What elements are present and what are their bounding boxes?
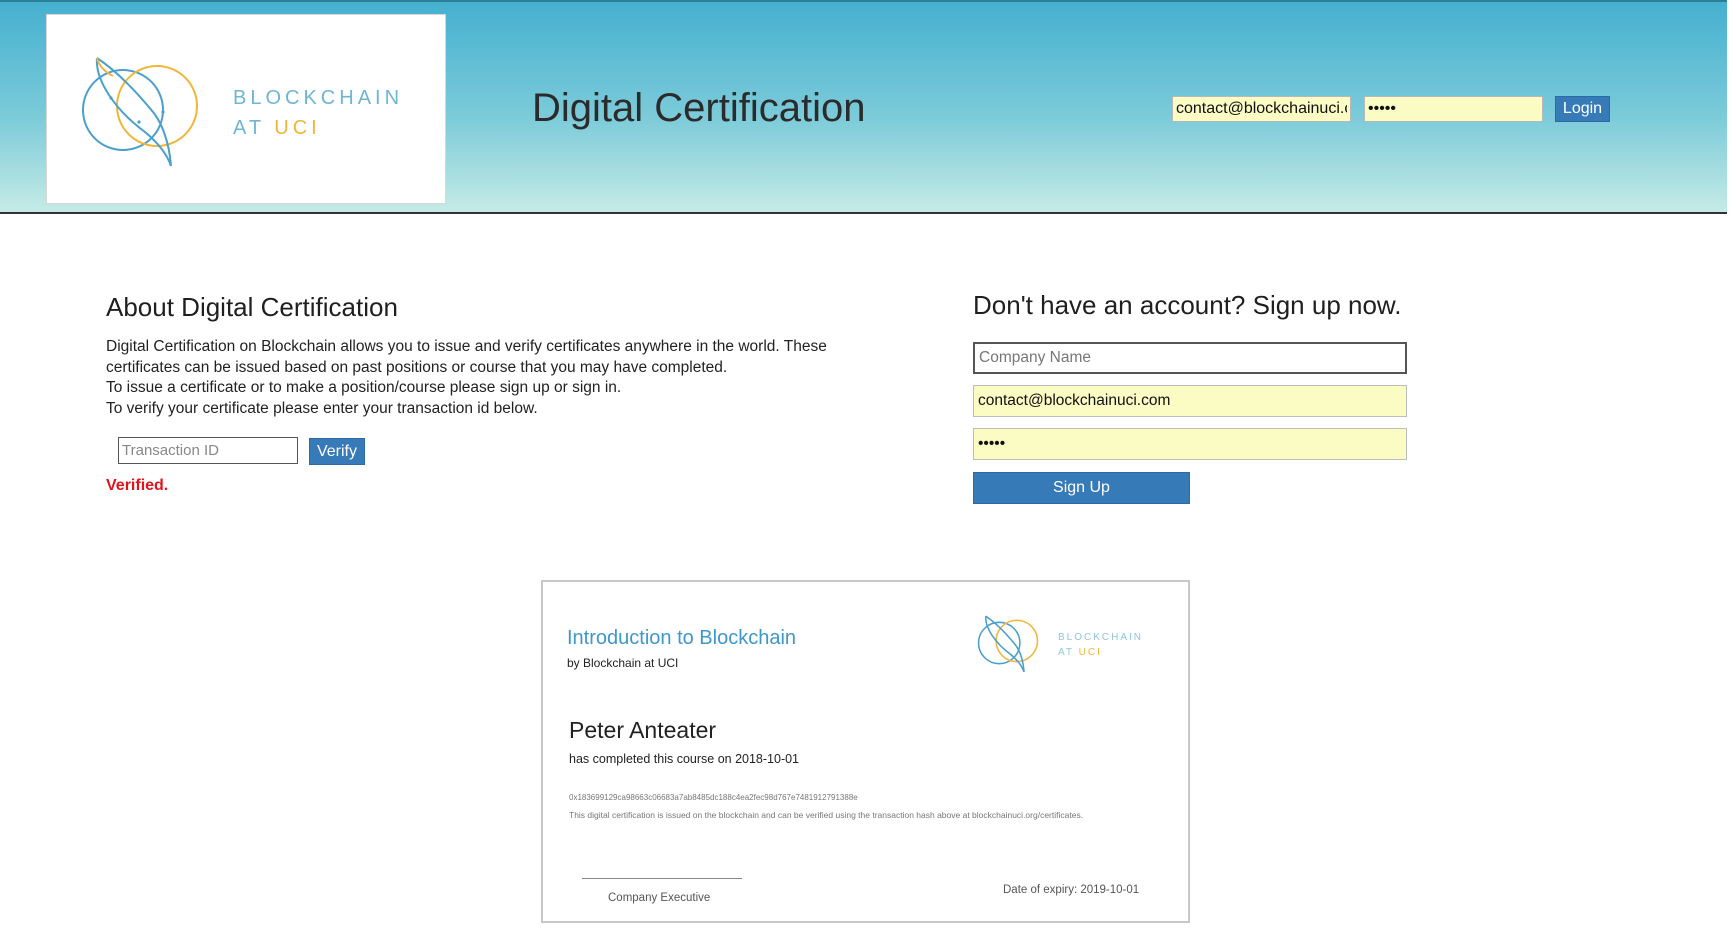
- certificate-expiry: Date of expiry: 2019-10-01: [1003, 884, 1140, 896]
- certificate-transaction-hash: 0x183699129ca98663c06683a7ab8485dc188c4e…: [569, 793, 858, 802]
- certificate-logo-wordmark: BLOCKCHAIN AT UCI: [1058, 630, 1143, 660]
- company-name-input[interactable]: [973, 342, 1407, 374]
- about-line: To verify your certificate please enter …: [106, 399, 538, 417]
- certificate-logo-line1: BLOCKCHAIN: [1058, 632, 1144, 643]
- about-line: Digital Certification on Blockchain allo…: [106, 338, 827, 376]
- about-heading: About Digital Certification: [106, 292, 398, 322]
- signup-section: Don't have an account? Sign up now.: [973, 290, 1402, 321]
- certificate-note: This digital certification is issued on …: [569, 810, 1084, 820]
- logo-wordmark: BLOCKCHAIN AT UCI: [233, 83, 403, 143]
- logo-line2: AT UCI: [233, 117, 321, 139]
- certificate-logo-icon: [977, 615, 1039, 673]
- about-line: To issue a certificate or to make a posi…: [106, 379, 622, 396]
- signup-button[interactable]: Sign Up: [973, 472, 1190, 504]
- certificate-preview: Introduction to Blockchain by Blockchain…: [541, 580, 1190, 923]
- login-email-input[interactable]: [1172, 96, 1351, 122]
- blockchain-uci-logo[interactable]: BLOCKCHAIN AT UCI: [46, 14, 446, 204]
- site-header: BLOCKCHAIN AT UCI Digital Certification …: [0, 0, 1727, 214]
- logo-line1: BLOCKCHAIN: [233, 87, 404, 109]
- login-password-input[interactable]: [1364, 96, 1543, 122]
- signature-label: Company Executive: [608, 892, 711, 904]
- certificate-issuer: by Blockchain at UCI: [567, 656, 679, 670]
- about-section: About Digital Certification Digital Cert…: [106, 292, 866, 419]
- verification-status: Verified.: [106, 477, 169, 494]
- signature-line: [582, 878, 742, 879]
- login-button[interactable]: Login: [1555, 96, 1610, 122]
- signup-heading: Don't have an account? Sign up now.: [973, 290, 1402, 320]
- signup-email-input[interactable]: [973, 385, 1407, 417]
- verify-button[interactable]: Verify: [309, 438, 365, 465]
- page-title: Digital Certification: [532, 86, 866, 130]
- signup-password-input[interactable]: [973, 428, 1407, 460]
- about-description: Digital Certification on Blockchain allo…: [106, 337, 866, 419]
- certificate-recipient: Peter Anteater: [569, 717, 717, 743]
- certificate-completion-text: has completed this course on 2018-10-01: [569, 752, 800, 766]
- transaction-id-input[interactable]: [118, 437, 298, 464]
- certificate-logo-line2: AT UCI: [1058, 647, 1102, 658]
- blockchain-uci-logo-icon: [82, 57, 198, 167]
- certificate-course-title: Introduction to Blockchain: [567, 627, 797, 649]
